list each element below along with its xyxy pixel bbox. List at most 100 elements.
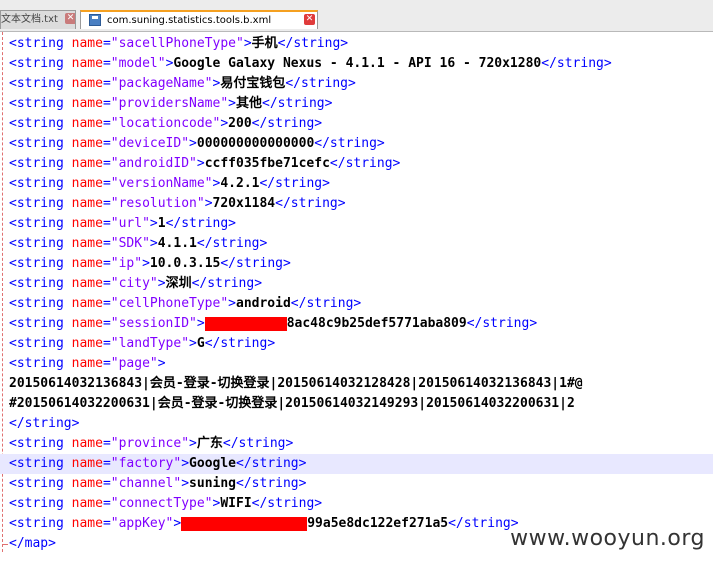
code-line[interactable]: <string name="city">深圳</string>: [9, 274, 713, 294]
redaction-bar: [181, 516, 308, 531]
map-close-tag: </map>: [9, 536, 56, 551]
tab-label: com.suning.statistics.tools.b.xml: [107, 15, 272, 26]
attr-value: "landType": [110, 336, 190, 351]
tab-xml-file[interactable]: com.suning.statistics.tools.b.xml ✕: [80, 10, 318, 29]
tag-close: </string>: [191, 276, 263, 291]
attr-name: name: [71, 516, 103, 531]
tag-open: <string: [9, 76, 64, 91]
punct: =: [102, 496, 111, 511]
tag-bracket: >: [149, 216, 158, 231]
code-line[interactable]: <string name="sessionID"> 8ac48c9b25def57…: [9, 314, 713, 334]
string-value: 4.2.1: [220, 176, 260, 191]
tag-bracket: >: [220, 116, 229, 131]
tag-close: </string>: [222, 436, 294, 451]
code-line[interactable]: <string name="channel">suning</string>: [9, 474, 713, 494]
attr-value: "province": [110, 436, 190, 451]
redaction-bar: [204, 316, 287, 331]
attr-name: name: [71, 76, 103, 91]
attr-value: "sessionID": [110, 316, 197, 331]
string-value: 4.1.1: [157, 236, 197, 251]
code-line[interactable]: <string name="locationcode">200</string>: [9, 114, 713, 134]
attr-value: "model": [110, 56, 166, 71]
code-line[interactable]: <string name="ip">10.0.3.15</string>: [9, 254, 713, 274]
tag-close: </string>: [448, 516, 519, 531]
attr-value: "versionName": [110, 176, 213, 191]
tag-bracket: >: [196, 156, 205, 171]
code-line[interactable]: <string name="url">1</string>: [9, 214, 713, 234]
code-line[interactable]: #20150614032200631|会员-登录-切换登录|2015061403…: [9, 394, 713, 414]
attr-name: name: [71, 196, 103, 211]
code-line[interactable]: <string name="cellPhoneType">android</st…: [9, 294, 713, 314]
tag-open: <string: [9, 236, 64, 251]
attr-value: "city": [110, 276, 158, 291]
string-value: android: [236, 296, 291, 311]
code-line[interactable]: <string name="versionName">4.2.1</string…: [9, 174, 713, 194]
attr-value: "channel": [110, 476, 182, 491]
code-line[interactable]: <string name="province">广东</string>: [9, 434, 713, 454]
punct: =: [102, 436, 111, 451]
code-line[interactable]: </string>: [9, 414, 713, 434]
string-value: #20150614032200631|会员-登录-切换登录|2015061403…: [9, 396, 575, 411]
code-line[interactable]: <string name="page">: [9, 354, 713, 374]
tag-open: <string: [9, 96, 64, 111]
punct: =: [102, 516, 111, 531]
attr-value: "locationcode": [110, 116, 221, 131]
tag-open: <string: [9, 516, 64, 531]
tag-close: </string>: [251, 496, 323, 511]
punct: =: [102, 76, 111, 91]
punct: =: [102, 36, 111, 51]
attr-name: name: [71, 276, 103, 291]
attr-value: "sacellPhoneType": [110, 36, 244, 51]
tab-text-document[interactable]: 文本文档.txt ✕: [0, 10, 76, 29]
code-line[interactable]: <string name="resolution">720x1184</stri…: [9, 194, 713, 214]
code-line[interactable]: <string name="androidID">ccff035fbe71cef…: [9, 154, 713, 174]
code-line[interactable]: <string name="connectType">WIFI</string>: [9, 494, 713, 514]
tag-open: <string: [9, 116, 64, 131]
code-line[interactable]: <string name="providersName">其他</string>: [9, 94, 713, 114]
attr-name: name: [71, 256, 103, 271]
punct: =: [102, 216, 111, 231]
tag-open: <string: [9, 336, 64, 351]
tag-close: </string>: [277, 36, 349, 51]
attr-value: "deviceID": [110, 136, 190, 151]
attr-name: name: [71, 436, 103, 451]
tag-bracket: >: [157, 276, 166, 291]
string-value: 000000000000000: [196, 136, 315, 151]
string-value: suning: [189, 476, 237, 491]
code-line[interactable]: <string name="landType">G</string>: [9, 334, 713, 354]
code-line[interactable]: <string name="deviceID">000000000000000<…: [9, 134, 713, 154]
code-line[interactable]: <string name="SDK">4.1.1</string>: [9, 234, 713, 254]
tab-bar: 文本文档.txt ✕ com.suning.statistics.tools.b…: [0, 0, 713, 32]
attr-value: "factory": [110, 456, 182, 471]
string-value: 1: [157, 216, 166, 231]
punct: =: [102, 356, 111, 371]
attr-name: name: [71, 356, 103, 371]
string-value: 广东: [196, 436, 223, 451]
string-value: 易付宝钱包: [220, 76, 286, 91]
tag-bracket: >: [204, 196, 213, 211]
tag-close: </string>: [541, 56, 612, 71]
tag-close: </string>: [9, 416, 80, 431]
code-line[interactable]: <string name="packageName">易付宝钱包</string…: [9, 74, 713, 94]
code-line[interactable]: <string name="factory">Google</string>: [0, 454, 713, 474]
tag-bracket: >: [142, 256, 150, 271]
attr-value: "providersName": [110, 96, 229, 111]
code-line[interactable]: 20150614032136843|会员-登录-切换登录|20150614032…: [9, 374, 713, 394]
tag-bracket: >: [196, 316, 205, 331]
punct: =: [102, 196, 111, 211]
string-value: 深圳: [165, 276, 192, 291]
string-value: 20150614032136843|会员-登录-切换登录|20150614032…: [9, 376, 583, 391]
close-icon[interactable]: ✕: [304, 14, 315, 25]
code-line[interactable]: <string name="sacellPhoneType">手机</strin…: [9, 34, 713, 54]
tag-close: </string>: [262, 96, 333, 111]
tag-bracket: >: [189, 436, 197, 451]
tab-label: 文本文档.txt: [1, 14, 58, 25]
tag-bracket: >: [228, 296, 236, 311]
tag-open: <string: [9, 356, 64, 371]
code-line[interactable]: <string name="model">Google Galaxy Nexus…: [9, 54, 713, 74]
attr-value: "connectType": [110, 496, 213, 511]
punct: =: [102, 296, 111, 311]
tag-open: <string: [9, 216, 64, 231]
close-icon[interactable]: ✕: [65, 13, 75, 24]
code-editor[interactable]: <string name="sacellPhoneType">手机</strin…: [0, 32, 713, 567]
